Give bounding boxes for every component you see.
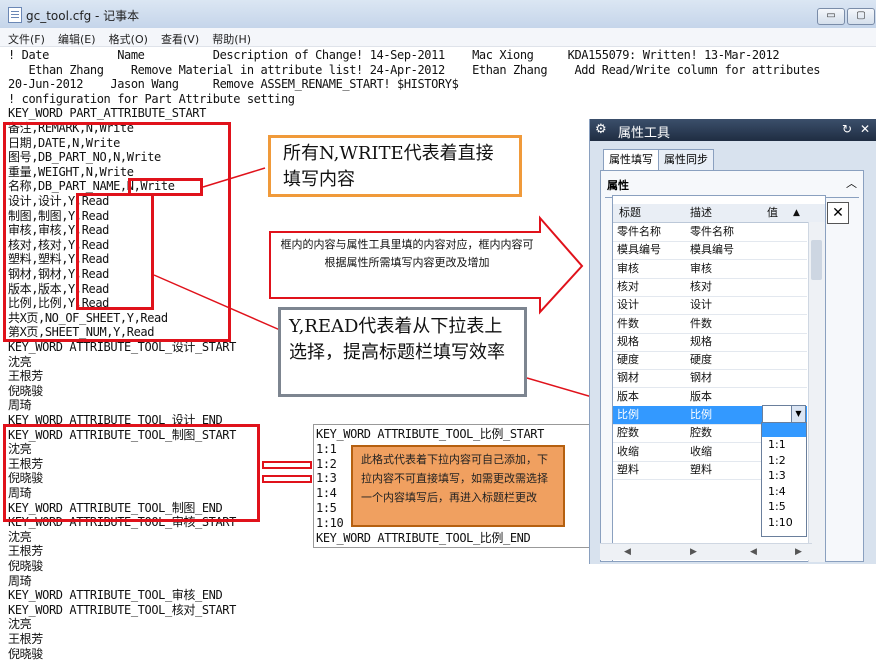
row-description: 版本 [690, 389, 712, 403]
row-description: 塑料 [690, 462, 712, 476]
row-title: 规格 [617, 334, 639, 348]
example-line: 1:2 [316, 456, 337, 471]
section-label: 属性 [607, 179, 629, 192]
row-title: 设计 [617, 298, 639, 312]
row-title: 模具编号 [617, 243, 661, 257]
row-title: 收缩 [617, 444, 639, 458]
collapse-icon[interactable]: ︿ [846, 175, 857, 191]
row-description: 比例 [690, 408, 712, 421]
dropdown-option[interactable]: 1:10 [765, 515, 806, 531]
grid-row[interactable]: 版本 版本 [613, 388, 807, 407]
example-line: 1:3 [316, 471, 337, 486]
example-line: KEY_WORD ATTRIBUTE_TOOL_比例_START [316, 427, 544, 441]
panel-header: ⚙ 属性工具 ↻ ✕ [590, 119, 876, 141]
row-description: 模具编号 [690, 243, 734, 257]
row-title: 件数 [617, 316, 639, 330]
grid-row[interactable]: 件数 件数 [613, 315, 807, 334]
tab-attribute-sync[interactable]: 属性同步 [658, 149, 714, 171]
scale-dropdown-list: 1:1 1:2 1:3 1:4 1:5 1:10 [761, 422, 807, 537]
row-description: 零件名称 [690, 225, 734, 238]
grid-scrollbar[interactable] [808, 222, 825, 562]
dropdown-option[interactable]: 1:5 [765, 499, 806, 515]
sort-up-icon[interactable]: ▲ [793, 204, 800, 222]
dropdown-option[interactable]: 1:4 [765, 484, 806, 500]
example-line: 1:4 [316, 486, 337, 501]
box-note-callout: 框内的内容与属性工具里填的内容对应，框内内容可根据属性所需填写内容更改及增加 [280, 238, 534, 269]
grid-row[interactable]: 硬度 硬度 [613, 351, 807, 371]
grid-row[interactable]: 核对 核对 [613, 278, 807, 297]
scale-value-combo[interactable]: ▼ [762, 405, 806, 423]
dropdown-option[interactable]: 1:3 [765, 468, 806, 484]
example-line: 1:1 [316, 441, 337, 456]
row-description: 腔数 [690, 426, 712, 440]
row-description: 收缩 [690, 444, 712, 458]
row-description: 核对 [690, 279, 712, 293]
gear-icon[interactable]: ⚙ [595, 122, 607, 137]
delete-button[interactable]: ✕ [827, 202, 849, 224]
row-title: 钢材 [617, 371, 639, 385]
row-title: 零件名称 [617, 225, 661, 238]
row-description: 件数 [690, 316, 712, 330]
row-description: 硬度 [690, 353, 712, 367]
format-note-callout: 此格式代表着下拉内容可自己添加，下拉内容不可直接填写，如需更改需选择一个内容填写… [351, 445, 565, 527]
row-description: 设计 [690, 298, 712, 312]
column-description[interactable]: 描述 [690, 204, 712, 222]
dropdown-option[interactable]: 1:2 [765, 453, 806, 469]
example-line: 1:5 [316, 501, 337, 515]
grid-row[interactable]: 模具编号 模具编号 [613, 241, 807, 261]
column-value[interactable]: 值 [767, 204, 778, 222]
example-line: 1:10 [316, 515, 344, 530]
grid-row[interactable]: 零件名称 零件名称 [613, 223, 807, 242]
yread-callout: Y,READ代表着从下拉表上选择，提高标题栏填写效率 [278, 307, 527, 397]
row-title: 版本 [617, 389, 639, 403]
dropdown-option[interactable]: 1:1 [765, 437, 806, 453]
grid-row[interactable]: 审核 审核 [613, 260, 807, 279]
row-description: 钢材 [690, 371, 712, 385]
horizontal-scrollbar[interactable]: ◀ ▶ ◀ ▶ [600, 543, 812, 560]
row-title: 审核 [617, 261, 639, 275]
column-title[interactable]: 标题 [619, 204, 641, 222]
grid-row[interactable]: 规格 规格 [613, 333, 807, 352]
close-icon[interactable]: ✕ [860, 122, 870, 136]
chevron-down-icon[interactable]: ▼ [791, 406, 805, 422]
row-title: 核对 [617, 279, 639, 293]
row-title: 塑料 [617, 462, 639, 476]
row-title: 腔数 [617, 426, 639, 440]
tab-attribute-fill[interactable]: 属性填写 [603, 149, 659, 171]
refresh-icon[interactable]: ↻ [842, 122, 852, 136]
example-line: KEY_WORD ATTRIBUTE_TOOL_比例_END [316, 530, 531, 545]
panel-title: 属性工具 [618, 126, 671, 141]
row-title: 硬度 [617, 353, 639, 367]
grid-row[interactable]: 设计 设计 [613, 296, 807, 316]
row-description: 规格 [690, 334, 712, 348]
row-description: 审核 [690, 261, 712, 275]
row-title: 比例 [617, 408, 639, 421]
dropdown-selected-blank[interactable] [762, 423, 806, 437]
grid-row[interactable]: 钢材 钢材 [613, 369, 807, 389]
